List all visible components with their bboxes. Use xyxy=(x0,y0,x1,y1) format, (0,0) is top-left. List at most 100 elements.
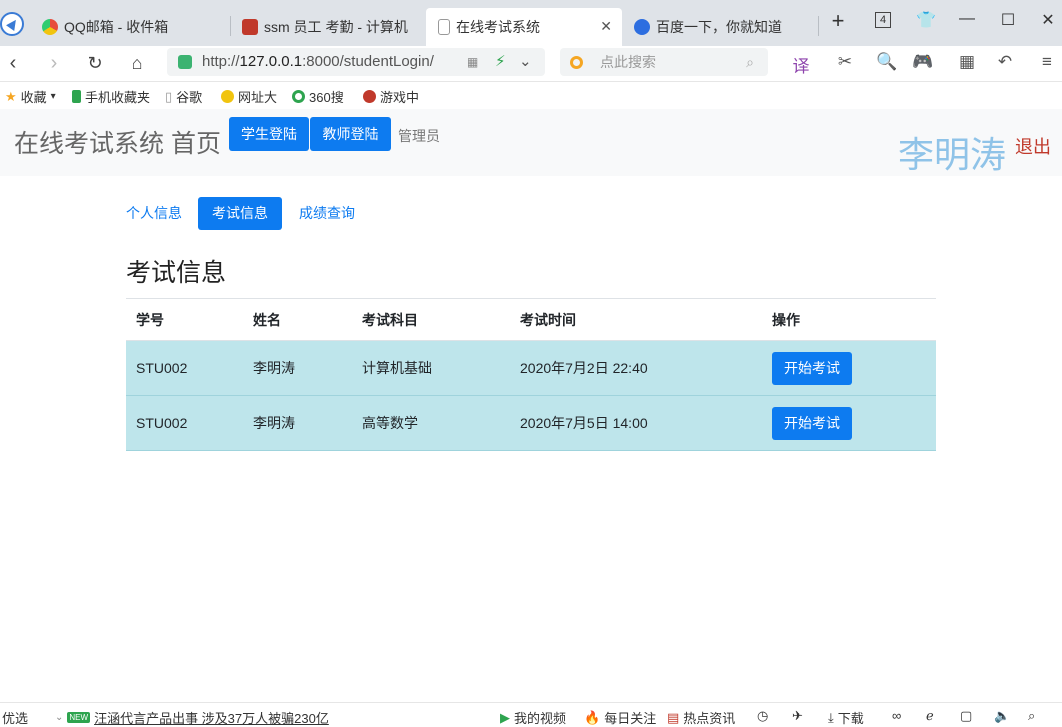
cell-action: 开始考试 xyxy=(762,395,936,451)
tab-title: 百度一下，你就知道 xyxy=(656,19,782,35)
url-path: :8000/studentLogin/ xyxy=(302,53,434,70)
gamepad-icon[interactable]: 🎮 xyxy=(912,52,934,72)
tab-title: 在线考试系统 xyxy=(456,19,540,35)
rocket-icon[interactable]: ✈ xyxy=(792,708,803,724)
phone-icon xyxy=(72,90,81,103)
tab-scores[interactable]: 成绩查询 xyxy=(285,197,369,230)
search-placeholder: 点此搜索 xyxy=(600,54,656,70)
new-tab-icon[interactable]: + xyxy=(826,8,850,34)
shirt-skin-icon[interactable]: 👕 xyxy=(914,10,938,30)
tab-ssm[interactable]: ssm 员工 考勤 - 计算机 xyxy=(230,8,424,46)
browser-logo-icon[interactable] xyxy=(0,12,24,36)
bookmark-label: 收藏 xyxy=(20,90,47,105)
bookmark-favorites[interactable]: ★ 收藏 ▾ xyxy=(5,87,56,106)
translate-icon[interactable]: 译 xyxy=(790,52,812,77)
bookmarks-bar: ★ 收藏 ▾ 手机收藏夹 ▯ 谷歌 网址大 360搜 游戏中 xyxy=(0,82,1062,109)
status-my-videos[interactable]: ▶ 我的视频 xyxy=(500,708,566,727)
status-daily-follow[interactable]: 🔥 每日关注 xyxy=(584,708,656,727)
url-dropdown-icon[interactable]: ⌄ xyxy=(519,48,532,76)
bookmark-label: 谷歌 xyxy=(176,90,203,105)
tab-exam-info[interactable]: 考试信息 xyxy=(198,197,282,230)
close-tab-icon[interactable]: ✕ xyxy=(600,18,612,35)
page-content: 在线考试系统 首页 学生登陆 教师登陆 管理员 李明涛 退出 个人信息 考试信息… xyxy=(0,109,1062,702)
minimize-icon[interactable]: — xyxy=(955,10,979,28)
column-header-subject: 考试科目 xyxy=(352,298,510,341)
table-header-row: 学号 姓名 考试科目 考试时间 操作 xyxy=(126,298,936,341)
page-icon: ▯ xyxy=(165,88,173,104)
search-icon[interactable]: ⌕ xyxy=(746,48,754,76)
username-display: 李明涛 xyxy=(897,134,1006,175)
news-icon: ▤ xyxy=(667,709,680,725)
column-header-name: 姓名 xyxy=(243,298,352,341)
menu-icon[interactable]: ≡ xyxy=(1036,52,1058,72)
bookmark-label: 360搜 xyxy=(309,90,344,105)
search-engine-icon xyxy=(570,56,583,69)
bookmark-google[interactable]: ▯ 谷歌 xyxy=(165,87,202,106)
teacher-login-button[interactable]: 教师登陆 xyxy=(310,117,391,151)
apps-grid-icon[interactable]: ▦ xyxy=(956,52,978,72)
url-input[interactable]: http://127.0.0.1:8000/studentLogin/ ▦ ⚡ … xyxy=(167,48,545,76)
column-header-time: 考试时间 xyxy=(510,298,762,341)
zoom-icon[interactable]: ⌕ xyxy=(1028,708,1035,724)
status-label: 我的视频 xyxy=(514,711,567,726)
reload-icon[interactable]: ↻ xyxy=(82,50,108,76)
news-headline[interactable]: 汪涵代言产品出事 涉及37万人被骗230亿 xyxy=(94,708,329,727)
maximize-icon[interactable]: ☐ xyxy=(996,10,1020,30)
new-badge: NEW xyxy=(67,712,91,723)
student-login-button[interactable]: 学生登陆 xyxy=(229,117,309,151)
video-icon: ▶ xyxy=(500,709,510,725)
start-exam-button[interactable]: 开始考试 xyxy=(772,406,852,440)
url-prefix: http:// xyxy=(202,53,240,70)
tab-qq-mail[interactable]: QQ邮箱 - 收件箱 xyxy=(30,8,230,46)
tab-profile[interactable]: 个人信息 xyxy=(112,197,196,230)
scissors-icon[interactable]: ✂ xyxy=(834,52,856,72)
table-row: STU002 李明涛 高等数学 2020年7月5日 14:00 开始考试 xyxy=(126,395,936,451)
search-360-icon xyxy=(292,90,305,103)
bookmark-mobile[interactable]: 手机收藏夹 xyxy=(72,87,150,106)
tab-baidu[interactable]: 百度一下，你就知道 xyxy=(622,8,818,46)
undo-icon[interactable]: ↶ xyxy=(994,52,1016,72)
cell-student-id: STU002 xyxy=(126,340,243,396)
qr-code-icon[interactable]: ▦ xyxy=(467,48,478,76)
tab-exam-system[interactable]: 在线考试系统 ✕ xyxy=(426,8,622,46)
secure-shield-icon xyxy=(178,55,192,69)
close-window-icon[interactable]: ✕ xyxy=(1036,10,1060,30)
table-row: STU002 李明涛 计算机基础 2020年7月2日 22:40 开始考试 xyxy=(126,340,936,396)
logout-link[interactable]: 退出 xyxy=(1015,133,1051,159)
back-icon[interactable]: ‹ xyxy=(0,50,26,76)
tab-title: ssm 员工 考勤 - 计算机 xyxy=(264,19,408,35)
cell-student-name: 李明涛 xyxy=(243,340,352,396)
news-ticker[interactable]: ⌄ NEW 汪涵代言产品出事 涉及37万人被骗230亿 xyxy=(55,708,329,727)
magnifier-icon[interactable]: 🔍 xyxy=(876,52,898,72)
ie-icon[interactable]: ℯ xyxy=(926,708,934,724)
speed-icon[interactable]: ◷ xyxy=(757,708,768,724)
status-preferred[interactable]: 优选 xyxy=(2,708,28,727)
download-icon: ⤓ xyxy=(828,709,834,725)
glasses-icon[interactable]: ∞ xyxy=(892,708,901,723)
forward-icon[interactable]: › xyxy=(41,50,67,76)
search-input[interactable]: 点此搜索 ⌕ xyxy=(560,48,768,76)
bookmark-nav-site[interactable]: 网址大 xyxy=(221,87,277,106)
window-icon[interactable]: ▢ xyxy=(960,708,972,724)
qq-mail-favicon-icon xyxy=(42,19,58,35)
bookmark-360-search[interactable]: 360搜 xyxy=(292,87,344,106)
star-icon: ★ xyxy=(5,88,17,104)
site-brand[interactable]: 在线考试系统 首页 xyxy=(14,124,221,160)
status-hot-news[interactable]: ▤ 热点资讯 xyxy=(667,708,735,727)
games-icon xyxy=(363,90,376,103)
bookmark-games[interactable]: 游戏中 xyxy=(363,87,419,106)
cell-subject: 高等数学 xyxy=(352,395,510,451)
start-exam-button[interactable]: 开始考试 xyxy=(772,351,852,385)
speaker-icon[interactable]: 🔈 xyxy=(994,708,1010,724)
admin-link[interactable]: 管理员 xyxy=(398,126,440,146)
browser-tab-bar: QQ邮箱 - 收件箱 ssm 员工 考勤 - 计算机 在线考试系统 ✕ 百度一下… xyxy=(0,0,1062,46)
status-download[interactable]: ⤓ 下载 xyxy=(828,708,864,727)
lightning-icon[interactable]: ⚡ xyxy=(495,48,506,76)
tab-count-badge[interactable]: 4 xyxy=(875,12,891,28)
page-title: 考试信息 xyxy=(126,259,227,287)
tab-divider xyxy=(818,16,819,36)
cell-exam-time: 2020年7月5日 14:00 xyxy=(510,395,762,451)
nav-site-icon xyxy=(221,90,234,103)
column-header-action: 操作 xyxy=(762,298,936,341)
home-icon[interactable]: ⌂ xyxy=(124,50,150,76)
